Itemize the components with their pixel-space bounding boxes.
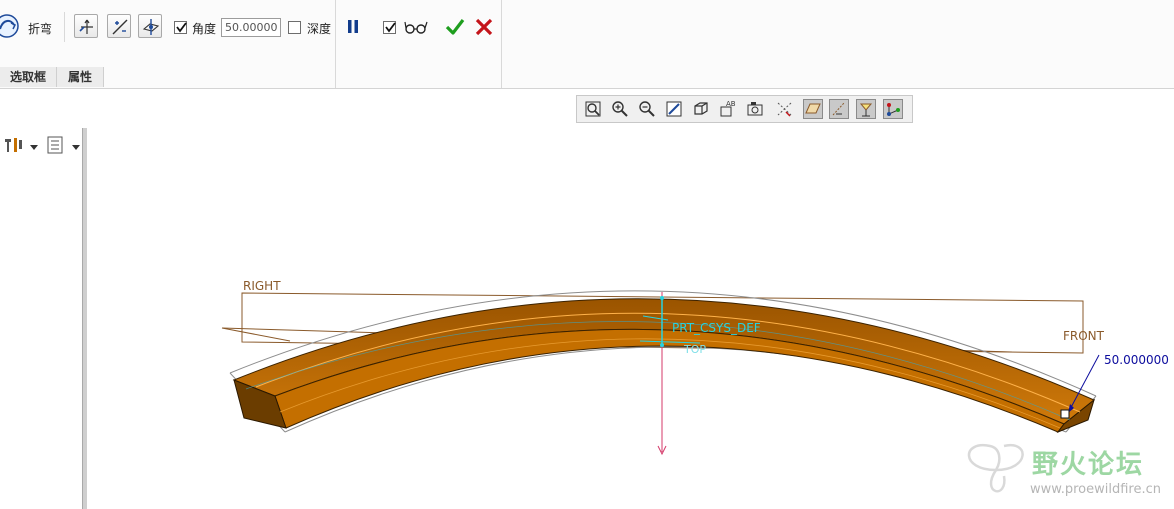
bend-envelope	[229, 290, 1097, 433]
svg-text:AB: AB	[726, 100, 736, 108]
datum-display-icon[interactable]	[775, 99, 795, 119]
bend-plane-button[interactable]	[138, 14, 162, 38]
zoom-in-icon[interactable]	[610, 99, 630, 119]
tab-properties[interactable]: 属性	[57, 67, 104, 87]
separator	[64, 12, 65, 42]
display-style-icon[interactable]	[691, 99, 711, 119]
angle-value-input[interactable]	[221, 18, 281, 37]
refit-icon[interactable]	[583, 99, 603, 119]
plane-display-icon[interactable]	[803, 99, 823, 119]
accept-check-icon	[445, 19, 465, 35]
chevron-down-icon[interactable]	[30, 140, 38, 150]
datum-right-label: RIGHT	[243, 279, 281, 293]
bend-reverse-icon	[112, 19, 128, 35]
check-icon	[176, 22, 187, 33]
pause-button[interactable]	[345, 19, 361, 35]
datum-top-label: TOP	[684, 343, 707, 356]
coordinate-system	[639, 292, 701, 456]
angle-dimension-leader	[1060, 354, 1100, 419]
zoom-out-icon[interactable]	[637, 99, 657, 119]
settings-tools-icon[interactable]	[2, 135, 24, 155]
preview-checkbox[interactable]	[383, 21, 396, 34]
bend-reverse-button[interactable]	[107, 14, 131, 38]
model-tree-panel	[0, 128, 87, 509]
watermark-title: 野火论坛	[1032, 450, 1145, 480]
show-list-icon[interactable]	[46, 135, 64, 155]
bend-label: 折弯	[28, 22, 53, 36]
feature-dashboard: 折弯 角度 深度	[0, 0, 1174, 89]
csys-label: PRT_CSYS_DEF	[672, 321, 761, 335]
panel-sash[interactable]	[82, 128, 87, 509]
preview-glasses-icon[interactable]	[404, 19, 428, 35]
depth-label: 深度	[307, 22, 332, 36]
bent-part-body	[232, 298, 1095, 434]
bend-feature-icon[interactable]	[0, 13, 20, 39]
bend-direction-button[interactable]	[74, 14, 98, 38]
point-display-icon[interactable]	[856, 99, 876, 119]
angle-dimension-value[interactable]: 50.000000	[1104, 353, 1169, 367]
separator	[335, 0, 336, 88]
tab-placement[interactable]: 选取框	[0, 67, 57, 87]
view-manager-icon[interactable]	[745, 99, 765, 119]
watermark-logo-icon	[967, 443, 1024, 493]
cancel-button[interactable]	[475, 18, 493, 36]
chevron-down-icon[interactable]	[72, 140, 80, 150]
saved-views-icon[interactable]: AB	[718, 99, 738, 119]
datum-plane-right	[221, 292, 1084, 354]
axis-display-icon[interactable]	[829, 99, 849, 119]
accept-button[interactable]	[445, 17, 465, 37]
separator	[501, 0, 502, 88]
angle-label: 角度	[192, 22, 217, 36]
bend-direction-icon	[79, 19, 93, 34]
check-icon	[385, 22, 396, 33]
datum-front-label: FRONT	[1063, 329, 1104, 343]
repaint-icon[interactable]	[664, 99, 684, 119]
cancel-x-icon	[475, 18, 493, 36]
bend-plane-icon	[142, 19, 160, 35]
csys-display-icon[interactable]	[883, 99, 903, 119]
watermark-url: www.proewildfire.cn	[1030, 482, 1161, 497]
graphics-toolbar: AB	[576, 95, 913, 123]
angle-checkbox[interactable]	[174, 21, 187, 34]
pause-icon	[348, 20, 358, 33]
depth-checkbox[interactable]	[288, 21, 301, 34]
